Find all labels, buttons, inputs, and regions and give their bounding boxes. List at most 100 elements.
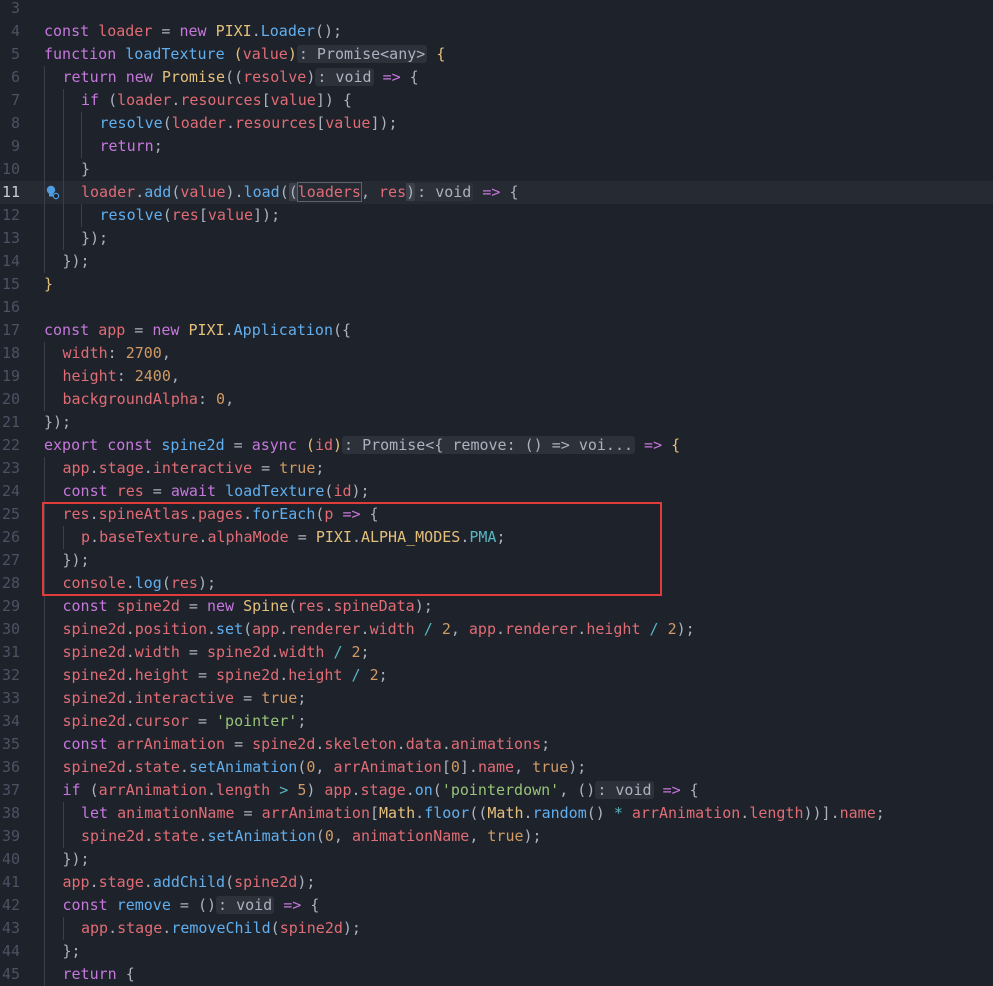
code-token: .: [279, 620, 289, 638]
indent-guide: [44, 802, 45, 825]
code-token: res: [379, 183, 407, 201]
code-line[interactable]: 33 spine2d.interactive = true;: [0, 687, 993, 710]
code-token: new: [179, 22, 207, 40]
code-editor[interactable]: 3 4 const loader = new PIXI.Loader(); 5 func…: [0, 0, 993, 986]
code-token: spine2d: [62, 712, 126, 730]
code-line[interactable]: 38 let animationName = arrAnimation[Math.…: [0, 802, 993, 825]
code-line[interactable]: 29 const spine2d = new Spine(res.spineDat…: [0, 595, 993, 618]
code-line[interactable]: 10}: [0, 158, 993, 181]
inlay-type-hint: : void: [595, 781, 654, 799]
code-line[interactable]: 39 spine2d.state.setAnimation(0, animatio…: [0, 825, 993, 848]
code-line[interactable]: 28 console.log(res);: [0, 572, 993, 595]
code-token: .: [496, 620, 506, 638]
indent-guide: [62, 526, 64, 549]
code-text: };: [63, 940, 81, 963]
code-line[interactable]: 19 height: 2400,: [0, 365, 993, 388]
code-token: ,: [315, 758, 334, 776]
code-text: app.stage.removeChild(spine2d);: [81, 917, 361, 940]
code-line[interactable]: 32 spine2d.height = spine2d.height / 2;: [0, 664, 993, 687]
code-line[interactable]: 27});: [0, 549, 993, 572]
code-line[interactable]: 5 function loadTexture (value): Promise<a…: [0, 43, 993, 66]
code-text: });: [44, 411, 71, 434]
code-text: return;: [100, 135, 163, 158]
code-line[interactable]: 3: [0, 0, 993, 20]
code-line[interactable]: 26 p.baseTexture.alphaMode = PIXI.ALPHA_M…: [0, 526, 993, 549]
code-line[interactable]: 31 spine2d.width = spine2d.width / 2;: [0, 641, 993, 664]
line-number: 33: [1, 689, 20, 707]
code-line[interactable]: 15}: [0, 273, 993, 296]
line-number: 45: [1, 965, 20, 983]
lightbulb-icon[interactable]: [44, 184, 60, 200]
code-token: .: [523, 804, 533, 822]
code-line[interactable]: 34 spine2d.cursor = 'pointer';: [0, 710, 993, 733]
code-line[interactable]: 23 app.stage.interactive = true;: [0, 457, 993, 480]
code-line[interactable]: 24 const res = await loadTexture(id);: [0, 480, 993, 503]
code-token: .: [415, 804, 425, 822]
code-line[interactable]: 45 return {: [0, 963, 993, 986]
code-line[interactable]: 6 return new Promise((resolve): void => {: [0, 66, 993, 89]
code-token: .: [405, 781, 415, 799]
code-token: const: [62, 482, 108, 500]
code-line[interactable]: 35 const arrAnimation = spine2d.skeleton.…: [0, 733, 993, 756]
code-line[interactable]: 21});: [0, 411, 993, 434]
indent-guide: [44, 135, 45, 158]
code-line[interactable]: 17 const app = new PIXI.Application({: [0, 319, 993, 342]
code-line[interactable]: 43 app.stage.removeChild(spine2d);: [0, 917, 993, 940]
code-token: spine2d: [62, 620, 126, 638]
code-token: =: [288, 528, 316, 546]
indent-guide: [44, 526, 45, 549]
code-text: resolve(res[value]);: [100, 204, 281, 227]
code-token: =: [152, 22, 180, 40]
code-line[interactable]: 20 backgroundAlpha: 0,: [0, 388, 993, 411]
code-text: const arrAnimation = spine2d.skeleton.da…: [63, 733, 551, 756]
code-token: ,: [360, 183, 380, 201]
code-line[interactable]: 42 const remove = (): void => {: [0, 894, 993, 917]
code-token: .: [125, 620, 135, 638]
code-token: skeleton: [324, 735, 397, 753]
code-token: (: [233, 45, 243, 63]
code-token: app: [81, 919, 109, 937]
code-token: {: [400, 68, 419, 86]
code-line[interactable]: 44};: [0, 940, 993, 963]
code-token: set: [216, 620, 244, 638]
code-line[interactable]: 16: [0, 296, 993, 319]
code-line[interactable]: 9 return;: [0, 135, 993, 158]
code-line[interactable]: 12 resolve(res[value]);: [0, 204, 993, 227]
code-token: ): [333, 436, 343, 454]
code-line[interactable]: 7 if (loader.resources[value]) {: [0, 89, 993, 112]
code-text: spine2d.height = spine2d.height / 2;: [63, 664, 388, 687]
code-line[interactable]: 36 spine2d.state.setAnimation(0, arrAnima…: [0, 756, 993, 779]
indent-guide: [44, 687, 45, 710]
code-line[interactable]: 30 spine2d.position.set(app.renderer.widt…: [0, 618, 993, 641]
indent-guide: [62, 112, 64, 135]
code-text: res.spineAtlas.pages.forEach(p => {: [63, 503, 379, 526]
code-line[interactable]: 25 res.spineAtlas.pages.forEach(p => {: [0, 503, 993, 526]
code-line[interactable]: 13});: [0, 227, 993, 250]
code-token: .: [243, 505, 253, 523]
indent-guide: [62, 135, 64, 158]
code-token: .: [207, 620, 217, 638]
code-token: animationName: [117, 804, 235, 822]
code-token: [: [261, 91, 271, 109]
code-line[interactable]: 22 export const spine2d = async (id): Pro…: [0, 434, 993, 457]
code-line[interactable]: 40});: [0, 848, 993, 871]
code-token: =: [125, 321, 153, 339]
code-token: .: [125, 574, 135, 592]
code-line[interactable]: 14});: [0, 250, 993, 273]
code-line[interactable]: 18 width: 2700,: [0, 342, 993, 365]
code-token: [: [316, 114, 326, 132]
code-line[interactable]: 8 resolve(loader.resources[value]);: [0, 112, 993, 135]
code-line[interactable]: 37 if (arrAnimation.length > 5) app.stage…: [0, 779, 993, 802]
code-token: const: [62, 735, 108, 753]
code-line[interactable]: 4 const loader = new PIXI.Loader();: [0, 20, 993, 43]
code-text: });: [63, 549, 90, 572]
code-line[interactable]: 41 app.stage.addChild(spine2d);: [0, 871, 993, 894]
code-line[interactable]: 11 loader.add(value).load((loaders, res):…: [0, 181, 993, 204]
